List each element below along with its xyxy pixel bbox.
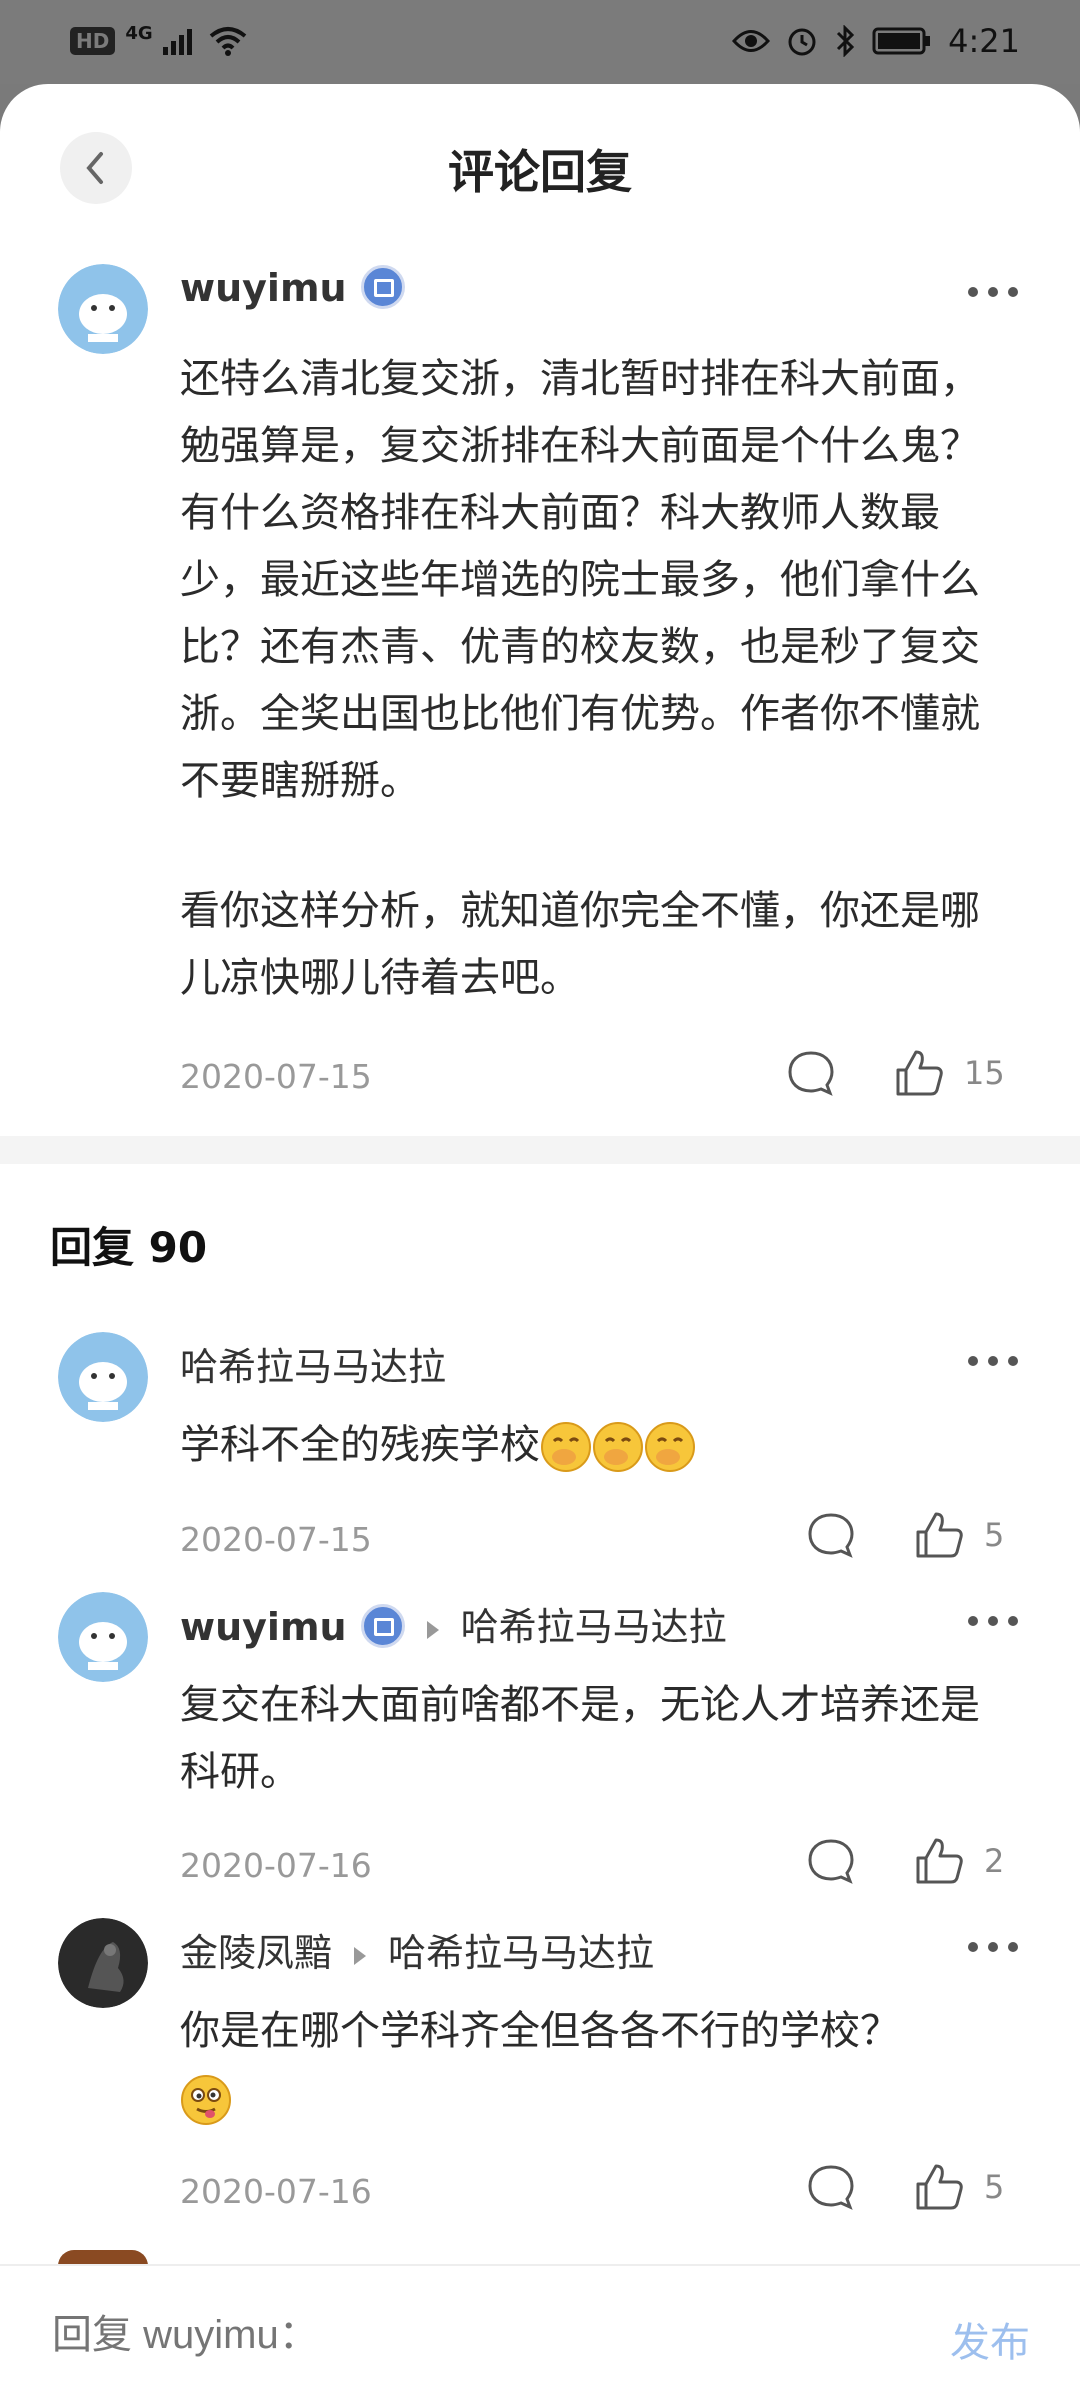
hd-icon: HD — [70, 27, 116, 55]
battery-icon — [872, 27, 931, 55]
avatar[interactable] — [58, 1918, 148, 2008]
more-options-button[interactable] — [968, 1356, 1018, 1366]
like-icon[interactable] — [912, 2160, 966, 2214]
facepalm-emoji-icon — [541, 1422, 591, 1472]
bluetooth-icon — [837, 25, 855, 57]
more-options-button[interactable] — [968, 287, 1018, 297]
wifi-icon — [209, 27, 246, 56]
reply-bubble-icon[interactable] — [786, 1048, 836, 1098]
header: 评论回复 — [0, 84, 1080, 254]
like-count: 2 — [984, 1842, 1005, 1880]
more-options-button[interactable] — [968, 1942, 1018, 1952]
like-icon[interactable] — [912, 1834, 966, 1888]
avatar[interactable] — [58, 264, 148, 354]
reply-target[interactable]: 哈希拉马马达拉 — [461, 1605, 727, 1649]
reply-text: 学科不全的残疾学校 — [180, 1412, 1000, 1479]
reply-input-bar: 发布 — [0, 2264, 1080, 2400]
reply-arrow-icon — [426, 1620, 439, 1639]
facepalm-emoji-icon — [645, 1422, 695, 1472]
like-icon[interactable] — [892, 1046, 946, 1100]
reply-author[interactable]: 金陵凤黯 — [180, 1931, 332, 1975]
reply-bubble-icon[interactable] — [806, 1510, 856, 1560]
reply-target[interactable]: 哈希拉马马达拉 — [388, 1931, 654, 1975]
like-count: 5 — [984, 2168, 1005, 2206]
reply-bubble-icon[interactable] — [806, 2162, 856, 2212]
eye-icon — [732, 30, 771, 52]
reply-bubble-icon[interactable] — [806, 1836, 856, 1886]
verified-badge-icon — [360, 264, 405, 309]
comment-sheet: 评论回复 wuyimu 还特么清北复交浙，清北暂时排在科大前面，勉强算是，复交浙… — [0, 84, 1080, 2400]
publish-button[interactable]: 发布 — [950, 2310, 1030, 2368]
reply-text: 复交在科大面前啥都不是，无论人才培养还是科研。 — [180, 1682, 980, 1795]
reply-author[interactable]: wuyimu — [180, 1605, 347, 1649]
verified-badge-icon — [360, 1603, 405, 1648]
reply-date: 2020-07-16 — [180, 2172, 372, 2211]
like-count: 15 — [964, 1054, 1005, 1092]
silly-face-emoji-icon — [181, 2075, 231, 2125]
reply-input[interactable] — [50, 2312, 854, 2359]
reply-text: 你是在哪个学科齐全但各各不行的学校？ — [180, 1998, 1000, 2132]
page-title: 评论回复 — [448, 145, 632, 199]
signal-icon — [162, 29, 192, 55]
like-icon[interactable] — [912, 1508, 966, 1562]
replies-heading: 回复 90 — [50, 1223, 208, 1272]
comment-text: 还特么清北复交浙，清北暂时排在科大前面，勉强算是，复交浙排在科大前面是个什么鬼？… — [180, 356, 980, 804]
network-label: 4G — [125, 22, 153, 44]
like-count: 5 — [984, 1516, 1005, 1554]
reply-date: 2020-07-16 — [180, 1846, 372, 1885]
avatar[interactable] — [58, 1332, 148, 1422]
avatar[interactable] — [58, 1592, 148, 1682]
reply-author[interactable]: 哈希拉马马达拉 — [180, 1336, 446, 1391]
author-name[interactable]: wuyimu — [180, 266, 347, 310]
status-bar: HD 4G 4:21 — [0, 0, 1080, 84]
more-options-button[interactable] — [968, 1616, 1018, 1626]
comment-text-secondary: 看你这样分析，就知道你完全不懂，你还是哪儿凉快哪儿待着去吧。 — [180, 888, 980, 1001]
clock-time: 4:21 — [948, 22, 1020, 60]
comment-date: 2020-07-15 — [180, 1057, 372, 1096]
facepalm-emoji-icon — [593, 1422, 643, 1472]
reply-arrow-icon — [354, 1946, 367, 1965]
section-divider — [0, 1136, 1080, 1164]
reply-date: 2020-07-15 — [180, 1520, 372, 1559]
alarm-icon — [788, 28, 816, 56]
